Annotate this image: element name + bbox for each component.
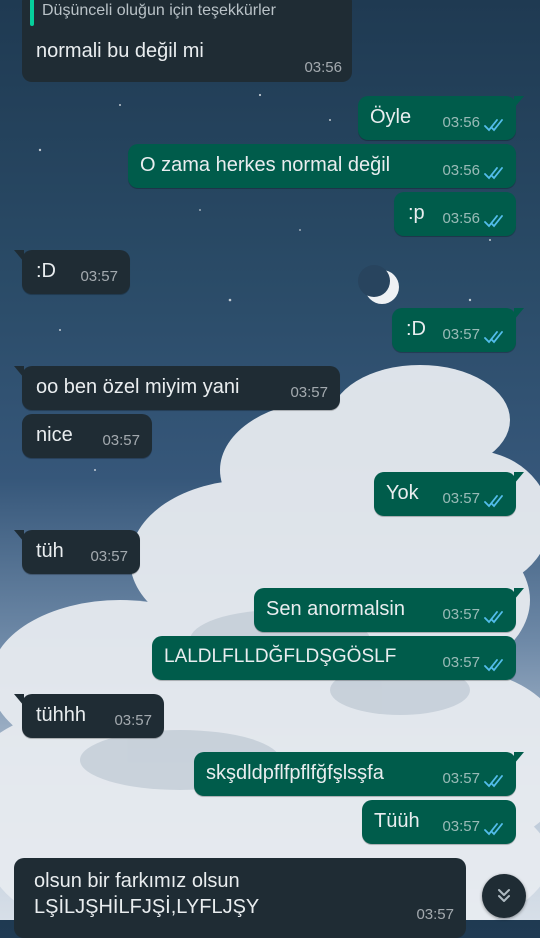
double-check-icon xyxy=(484,611,503,624)
quoted-message-text: Düşünceli oluğun için teşekkürler xyxy=(42,2,276,19)
double-check-icon xyxy=(484,119,503,132)
message-time: 03:57 xyxy=(114,712,152,729)
double-check-icon xyxy=(484,215,503,228)
message-text: oo ben özel miyim yani xyxy=(36,376,240,398)
double-check-icon xyxy=(484,823,503,836)
message-text: :D xyxy=(406,318,426,340)
message-bubble-incoming[interactable]: :D 03:57 xyxy=(14,250,130,294)
message-bubble-incoming-multiline[interactable]: olsun bir farkımız olsun LŞİLJŞHİLFJŞİ,L… xyxy=(14,858,466,938)
message-time: 03:56 xyxy=(442,114,480,131)
message-text: Yok xyxy=(386,482,419,504)
message-bubble-outgoing[interactable]: Yok 03:57 xyxy=(374,472,524,516)
message-text: O zama herkes normal değil xyxy=(140,154,391,176)
message-time: 03:57 xyxy=(442,326,480,343)
message-text: normali bu değil mi xyxy=(36,40,204,62)
message-text: skşdldpflfpflfğfşlsşfa xyxy=(206,762,384,784)
crescent-moon-icon xyxy=(358,265,399,304)
message-bubble-incoming[interactable]: tühhh 03:57 xyxy=(14,694,164,738)
message-time: 03:57 xyxy=(442,606,480,623)
message-text: Öyle xyxy=(370,106,412,128)
message-bubble-incoming[interactable]: oo ben özel miyim yani 03:57 xyxy=(14,366,340,410)
message-text: nice xyxy=(36,424,73,446)
message-bubble-incoming[interactable]: tüh 03:57 xyxy=(14,530,140,574)
double-check-icon xyxy=(484,775,503,788)
message-text-line1: olsun bir farkımız olsun xyxy=(34,870,240,892)
double-check-icon xyxy=(484,495,503,508)
message-text: tüh xyxy=(36,540,64,562)
message-time: 03:57 xyxy=(442,490,480,507)
message-bubble-outgoing[interactable]: Tüüh 03:57 xyxy=(362,800,516,844)
chevrons-down-icon xyxy=(498,889,510,902)
message-time: 03:57 xyxy=(290,384,328,401)
double-check-icon xyxy=(484,659,503,672)
message-bubble-outgoing[interactable]: skşdldpflfpflfğfşlsşfa 03:57 xyxy=(194,752,524,796)
message-time: 03:57 xyxy=(102,432,140,449)
quote-accent-bar xyxy=(30,0,34,26)
message-text-line2: LŞİLJŞHİLFJŞİ,LYFLJŞY xyxy=(34,896,260,918)
message-text: Tüüh xyxy=(374,810,420,832)
message-time: 03:57 xyxy=(416,906,454,923)
message-time: 03:57 xyxy=(80,268,118,285)
message-time: 03:56 xyxy=(442,210,480,227)
message-text: tühhh xyxy=(36,704,87,726)
message-bubble-outgoing[interactable]: :D 03:57 xyxy=(392,308,524,352)
message-bubble-outgoing[interactable]: O zama herkes normal değil 03:56 xyxy=(128,144,516,188)
message-bubble-outgoing[interactable]: Öyle 03:56 xyxy=(358,96,524,140)
quoted-message-bubble[interactable]: Düşünceli oluğun için teşekkürler normal… xyxy=(22,0,352,82)
message-bubble-outgoing[interactable]: Sen anormalsin 03:57 xyxy=(254,588,524,632)
message-time: 03:57 xyxy=(442,654,480,671)
message-time: 03:57 xyxy=(442,818,480,835)
message-text: :D xyxy=(36,260,56,282)
message-time: 03:57 xyxy=(90,548,128,565)
message-time: 03:56 xyxy=(304,59,342,76)
message-time: 03:57 xyxy=(442,770,480,787)
message-bubble-outgoing[interactable]: :p 03:56 xyxy=(394,192,516,236)
message-text: LALDLFLLDĞFLDŞGÖSLF xyxy=(164,646,397,667)
double-check-icon xyxy=(484,331,503,344)
message-bubble-incoming[interactable]: nice 03:57 xyxy=(22,414,152,458)
message-text: Sen anormalsin xyxy=(266,598,405,620)
scroll-to-bottom-button[interactable] xyxy=(482,874,526,918)
message-bubble-outgoing[interactable]: LALDLFLLDĞFLDŞGÖSLF 03:57 xyxy=(152,636,516,680)
message-text: :p xyxy=(408,202,425,224)
message-time: 03:56 xyxy=(442,162,480,179)
double-check-icon xyxy=(484,167,503,180)
